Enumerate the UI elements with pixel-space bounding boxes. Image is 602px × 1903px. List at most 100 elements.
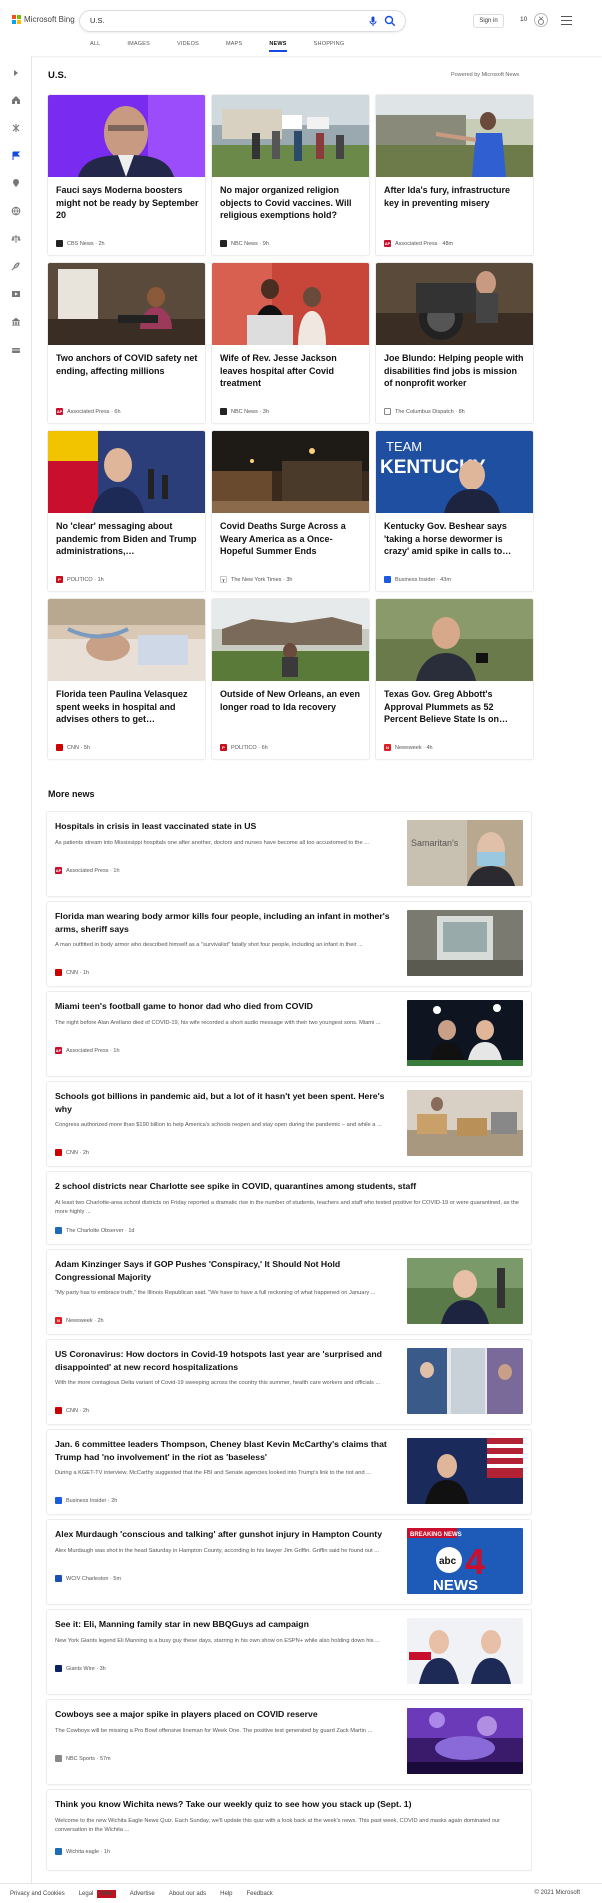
card-title[interactable]: Covid Deaths Surge Across a Weary Americ…: [220, 520, 363, 558]
thumb-team-text: TEAM: [386, 439, 422, 454]
home-icon[interactable]: [11, 95, 21, 105]
card-source: CBS News · 2h: [56, 240, 105, 247]
item-title[interactable]: See it: Eli, Manning family star in new …: [55, 1618, 395, 1631]
card-title[interactable]: Wife of Rev. Jesse Jackson leaves hospit…: [220, 352, 363, 390]
news-card[interactable]: Outside of New Orleans, an even longer r…: [212, 599, 369, 759]
card-title[interactable]: Joe Blundo: Helping people with disabili…: [384, 352, 527, 390]
footer-link-about-ads[interactable]: About our ads: [169, 1891, 206, 1897]
card-title[interactable]: Outside of New Orleans, an even longer r…: [220, 688, 363, 713]
tab-news[interactable]: NEWS: [269, 41, 287, 52]
item-title[interactable]: Miami teen's football game to honor dad …: [55, 1000, 395, 1013]
microphone-icon[interactable]: [367, 15, 379, 27]
list-item[interactable]: Jan. 6 committee leaders Thompson, Chene…: [47, 1430, 531, 1514]
footer-link-feedback[interactable]: Feedback: [246, 1891, 272, 1897]
publisher-logo-icon: [220, 240, 227, 247]
tab-images[interactable]: IMAGES: [127, 41, 150, 52]
list-item[interactable]: Think you know Wichita news? Take our we…: [47, 1790, 531, 1870]
location-icon[interactable]: [11, 178, 21, 188]
card-source: CNN · 5h: [56, 744, 90, 751]
publisher-logo-icon: AP: [55, 867, 62, 874]
microsoft-logo-icon: [12, 15, 21, 24]
powered-by-label[interactable]: Powered by Microsoft News: [451, 72, 519, 78]
expand-icon[interactable]: [11, 68, 21, 78]
news-card[interactable]: Covid Deaths Surge Across a Weary Americ…: [212, 431, 369, 591]
footer-link-privacy[interactable]: Privacy and Cookies: [10, 1891, 65, 1897]
item-title[interactable]: Schools got billions in pandemic aid, bu…: [55, 1090, 395, 1115]
card-title[interactable]: No major organized religion objects to C…: [220, 184, 363, 222]
rocket-icon[interactable]: [11, 261, 21, 271]
scales-icon[interactable]: [11, 234, 21, 244]
news-card[interactable]: Texas Gov. Greg Abbott's Approval Plumme…: [376, 599, 533, 759]
search-box[interactable]: U.S.: [80, 11, 405, 31]
movie-icon[interactable]: [11, 289, 21, 299]
list-item[interactable]: See it: Eli, Manning family star in new …: [47, 1610, 531, 1694]
list-item[interactable]: 2 school districts near Charlotte see sp…: [47, 1172, 531, 1244]
card-title[interactable]: Fauci says Moderna boosters might not be…: [56, 184, 199, 222]
item-source: Giants Wire · 3h: [55, 1665, 106, 1672]
item-title[interactable]: Adam Kinzinger Says if GOP Pushes 'Consp…: [55, 1258, 395, 1283]
card-image: [212, 95, 369, 177]
item-source: WCIV Charleston · 5m: [55, 1575, 121, 1582]
sign-in-button[interactable]: Sign in: [473, 14, 504, 28]
card-title[interactable]: Two anchors of COVID safety net ending, …: [56, 352, 199, 377]
card-title[interactable]: Florida teen Paulina Velasquez spent wee…: [56, 688, 199, 726]
flag-icon[interactable]: [11, 151, 21, 161]
news-card[interactable]: No major organized religion objects to C…: [212, 95, 369, 255]
footer-link-legal[interactable]: Legal: [79, 1891, 94, 1897]
item-title[interactable]: 2 school districts near Charlotte see sp…: [55, 1180, 523, 1193]
news-card[interactable]: TEAM KENTUCKY Kentucky Gov. Beshear says …: [376, 431, 533, 591]
card-title[interactable]: Kentucky Gov. Beshear says 'taking a hor…: [384, 520, 527, 558]
item-title[interactable]: Hospitals in crisis in least vaccinated …: [55, 820, 395, 833]
card-image: [376, 599, 533, 681]
news-card[interactable]: Fauci says Moderna boosters might not be…: [48, 95, 205, 255]
item-source: AP Associated Press · 1h: [55, 867, 120, 874]
news-card[interactable]: Joe Blundo: Helping people with disabili…: [376, 263, 533, 423]
news-card[interactable]: After Ida's fury, infrastructure key in …: [376, 95, 533, 255]
tab-shopping[interactable]: SHOPPING: [314, 41, 345, 52]
menu-icon[interactable]: [561, 16, 572, 25]
card-title[interactable]: After Ida's fury, infrastructure key in …: [384, 184, 527, 209]
rewards-medal-icon[interactable]: [534, 13, 548, 27]
publisher-logo-icon: P: [220, 744, 227, 751]
card-image: [212, 431, 369, 513]
search-input[interactable]: U.S.: [90, 16, 105, 25]
card-title[interactable]: Texas Gov. Greg Abbott's Approval Plumme…: [384, 688, 527, 726]
search-icon[interactable]: [384, 15, 396, 27]
list-item[interactable]: Alex Murdaugh 'conscious and talking' af…: [47, 1520, 531, 1604]
news-card[interactable]: No 'clear' messaging about pandemic from…: [48, 431, 205, 591]
science-icon[interactable]: [11, 123, 21, 133]
bank-icon[interactable]: [11, 317, 21, 327]
card-title[interactable]: No 'clear' messaging about pandemic from…: [56, 520, 199, 558]
list-item[interactable]: Cowboys see a major spike in players pla…: [47, 1700, 531, 1784]
bing-logo[interactable]: Microsoft Bing: [12, 15, 75, 24]
list-item[interactable]: US Coronavirus: How doctors in Covid-19 …: [47, 1340, 531, 1424]
tab-maps[interactable]: MAPS: [226, 41, 242, 52]
tab-all[interactable]: ALL: [90, 41, 100, 52]
list-item[interactable]: Miami teen's football game to honor dad …: [47, 992, 531, 1076]
globe-icon[interactable]: [11, 206, 21, 216]
list-item[interactable]: Florida man wearing body armor kills fou…: [47, 902, 531, 986]
publisher-logo-icon: [55, 1227, 62, 1234]
item-title[interactable]: US Coronavirus: How doctors in Covid-19 …: [55, 1348, 395, 1373]
sports-icon[interactable]: [11, 345, 21, 355]
item-snippet: Welcome to the new Wichita Eagle News Qu…: [55, 1818, 501, 1833]
card-image: TEAM KENTUCKY: [376, 431, 533, 513]
item-snippet: The Cowboys will be missing a Pro Bowl o…: [55, 1728, 373, 1734]
item-title[interactable]: Jan. 6 committee leaders Thompson, Chene…: [55, 1438, 395, 1463]
news-card[interactable]: Florida teen Paulina Velasquez spent wee…: [48, 599, 205, 759]
card-image: [48, 599, 205, 681]
list-item[interactable]: Hospitals in crisis in least vaccinated …: [47, 812, 531, 896]
tab-videos[interactable]: VIDEOS: [177, 41, 199, 52]
rewards-count[interactable]: 10: [520, 16, 527, 23]
item-title[interactable]: Florida man wearing body armor kills fou…: [55, 910, 395, 935]
news-card[interactable]: Two anchors of COVID safety net ending, …: [48, 263, 205, 423]
item-thumbnail: BREAKING NEWS abc 4 NEWS: [407, 1528, 523, 1594]
list-item[interactable]: Schools got billions in pandemic aid, bu…: [47, 1082, 531, 1166]
list-item[interactable]: Adam Kinzinger Says if GOP Pushes 'Consp…: [47, 1250, 531, 1334]
item-title[interactable]: Think you know Wichita news? Take our we…: [55, 1798, 523, 1811]
item-title[interactable]: Cowboys see a major spike in players pla…: [55, 1708, 395, 1721]
news-card[interactable]: Wife of Rev. Jesse Jackson leaves hospit…: [212, 263, 369, 423]
item-title[interactable]: Alex Murdaugh 'conscious and talking' af…: [55, 1528, 395, 1541]
footer-link-help[interactable]: Help: [220, 1891, 232, 1897]
footer-link-advertise[interactable]: Advertise: [130, 1891, 155, 1897]
